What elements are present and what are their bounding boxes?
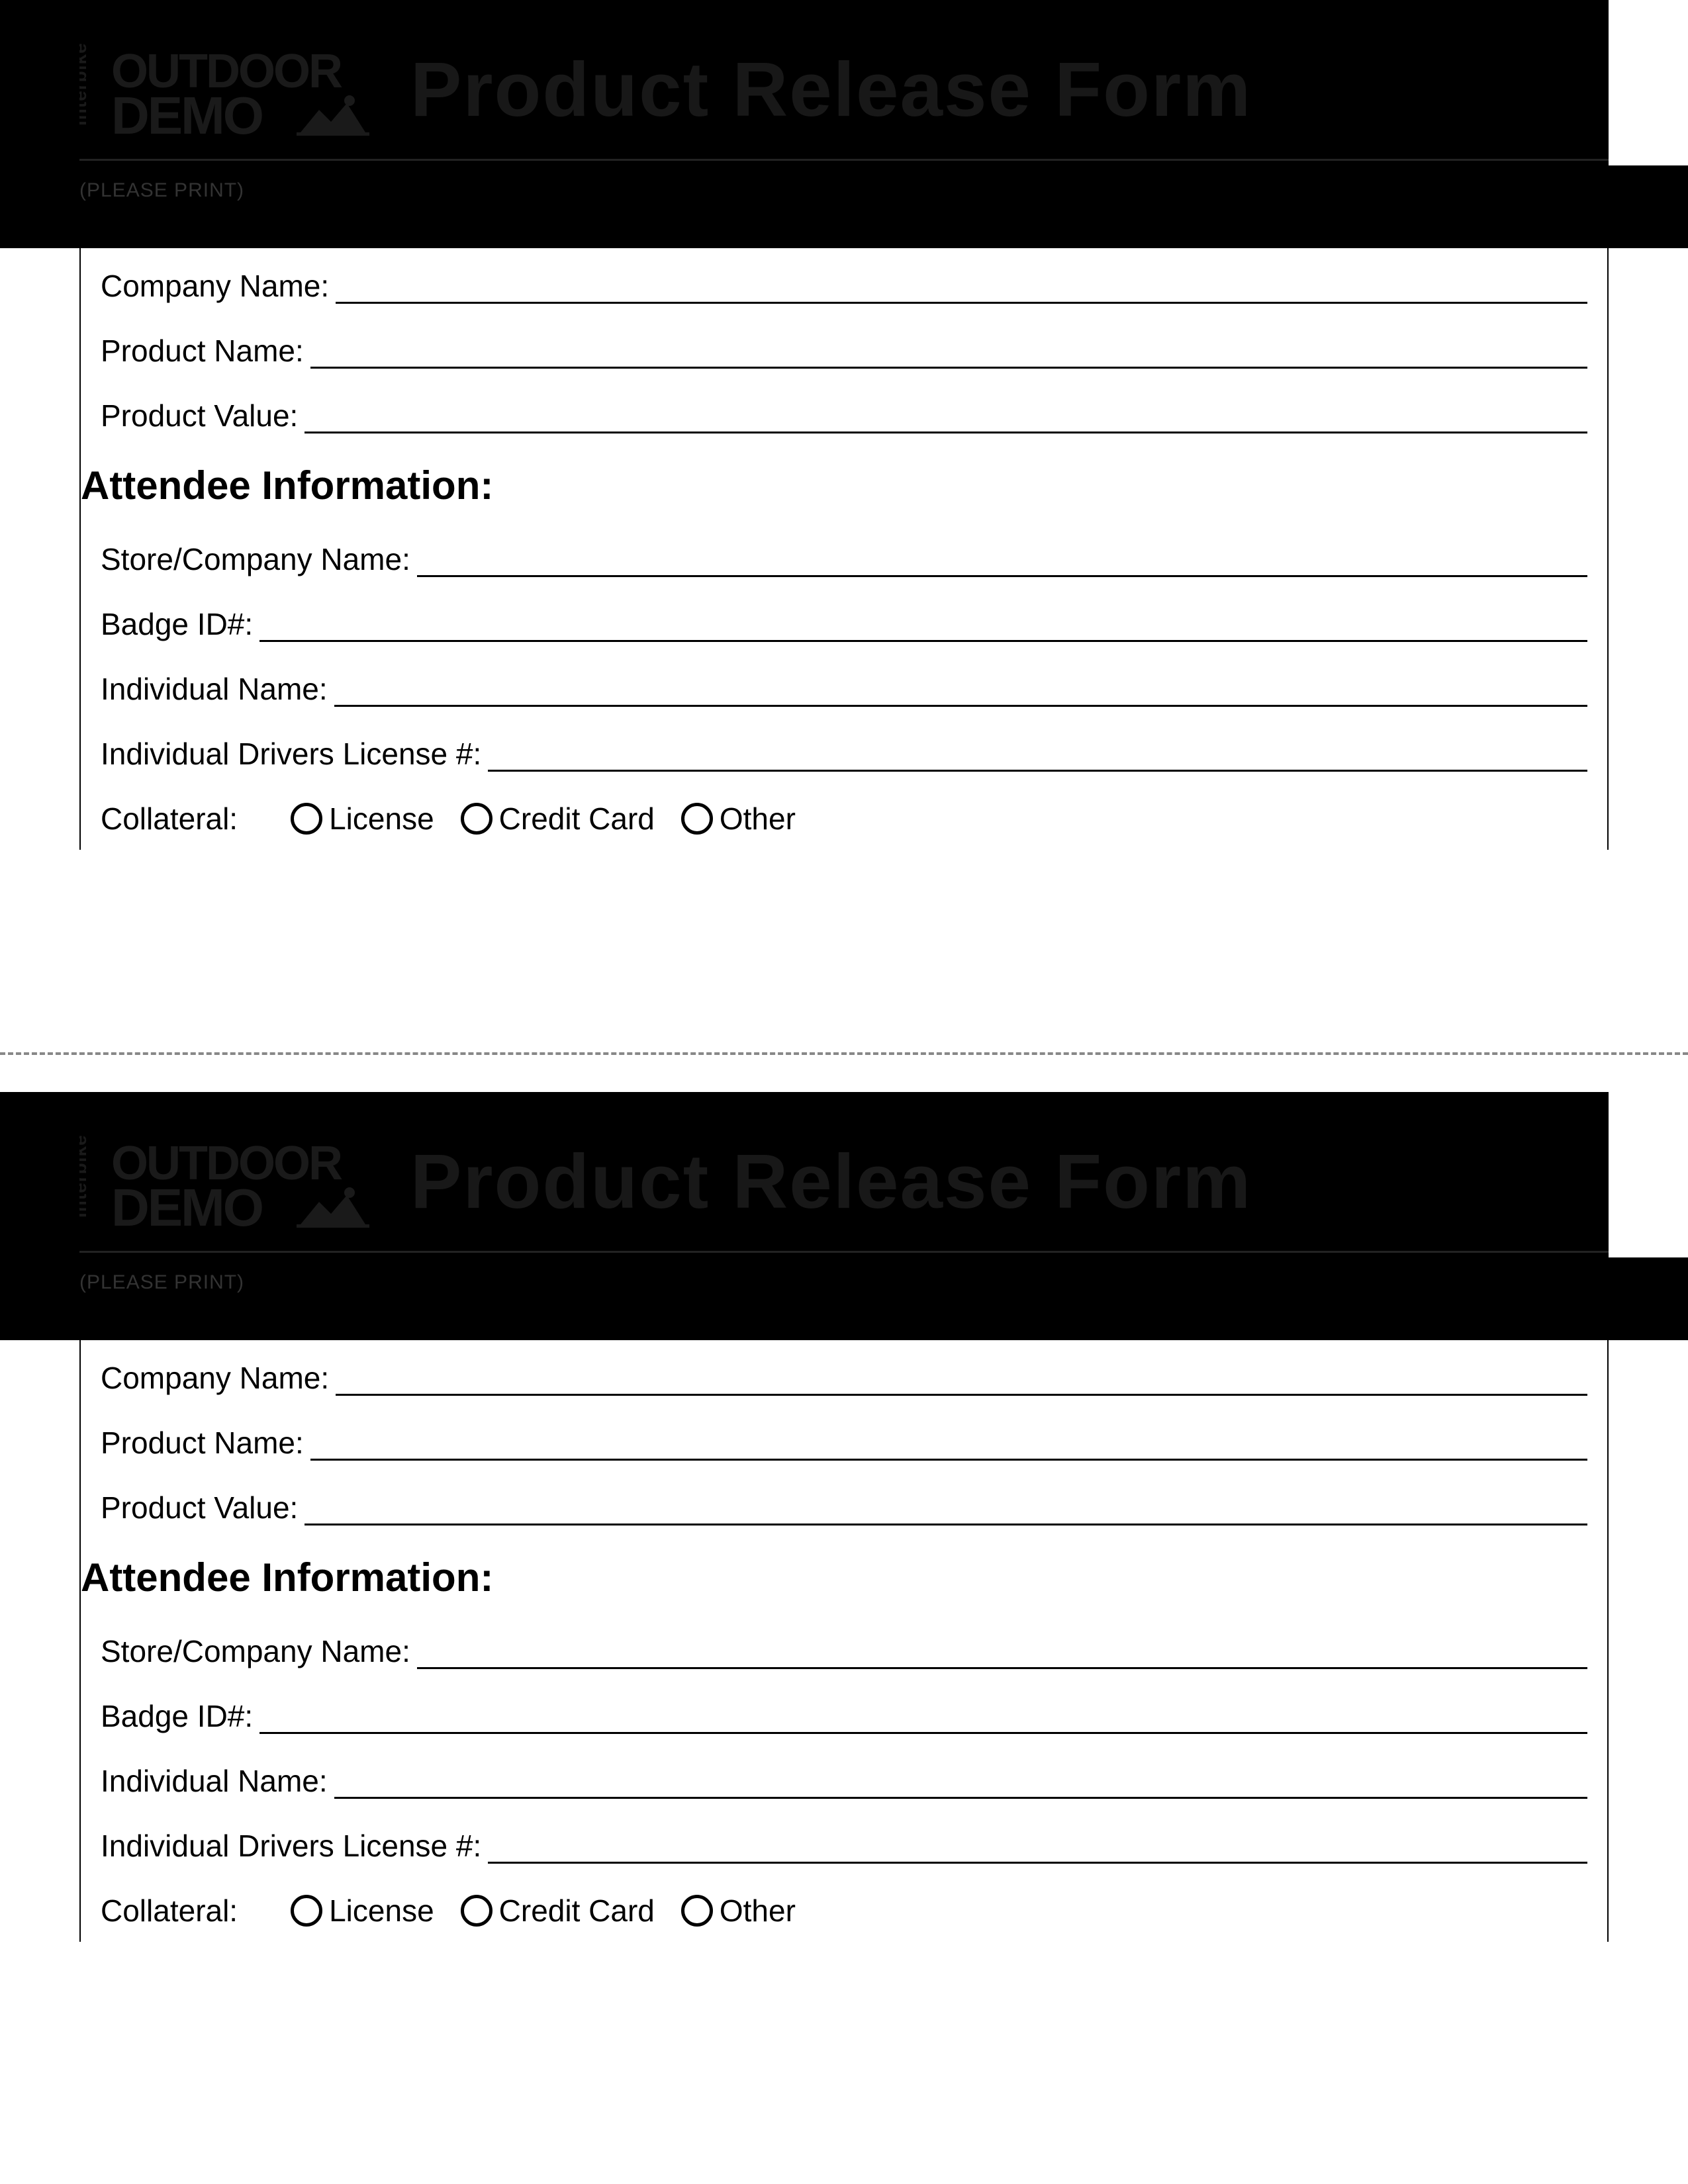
collateral-label: Collateral: [101,1893,238,1929]
form-title: Product Release Form [410,1137,1252,1226]
title-rule [79,159,1609,161]
individual-name-row: Individual Name: [101,1763,1587,1799]
option-label: Other [720,801,796,837]
store-company-input[interactable] [417,547,1587,577]
radio-icon [681,1895,713,1927]
radio-icon [461,1895,492,1927]
badge-id-label: Badge ID#: [101,606,259,642]
corner-notch [1609,0,1688,165]
company-name-label: Company Name: [101,268,336,304]
attendee-heading: Attendee Information: [81,1555,1587,1600]
radio-icon [681,803,713,835]
logo-title-row: Interbike OUTDOOR DEMO Product Release F… [79,26,1609,159]
collateral-option-other[interactable]: Other [681,801,796,837]
option-label: Credit Card [499,1893,655,1929]
product-value-label: Product Value: [101,1490,305,1525]
drivers-license-input[interactable] [488,741,1587,772]
please-print-note: (PLEASE PRINT) [79,179,1609,228]
collateral-label: Collateral: [101,801,238,837]
header-bar: Interbike OUTDOOR DEMO Product Release F… [0,0,1688,248]
store-company-label: Store/Company Name: [101,541,417,577]
badge-id-row: Badge ID#: [101,606,1587,642]
form-copy-top: Interbike OUTDOOR DEMO Product Release F… [0,0,1688,1052]
company-name-input[interactable] [336,1365,1587,1396]
company-name-input[interactable] [336,273,1587,304]
badge-id-input[interactable] [259,1704,1587,1734]
collateral-option-other[interactable]: Other [681,1893,796,1929]
radio-icon [461,803,492,835]
header-bar: Interbike OUTDOOR DEMO Product Release F… [0,1092,1688,1340]
radio-icon [291,1895,322,1927]
individual-name-row: Individual Name: [101,671,1587,707]
outdoor-demo-logo: Interbike OUTDOOR DEMO [79,1132,371,1231]
product-value-input[interactable] [305,1495,1587,1525]
outdoor-demo-logo: Interbike OUTDOOR DEMO [79,40,371,139]
company-name-row: Company Name: [101,1360,1587,1396]
product-name-row: Product Name: [101,1425,1587,1461]
mountain-icon [297,1187,369,1228]
attendee-heading: Attendee Information: [81,463,1587,508]
form-body: Company Name: Product Name: Product Valu… [79,1340,1609,1942]
option-label: Other [720,1893,796,1929]
svg-text:DEMO: DEMO [111,86,262,139]
badge-id-input[interactable] [259,612,1587,642]
svg-text:DEMO: DEMO [111,1178,262,1231]
title-rule [79,1251,1609,1253]
option-label: Credit Card [499,801,655,837]
product-value-label: Product Value: [101,398,305,433]
store-company-row: Store/Company Name: [101,1633,1587,1669]
drivers-license-row: Individual Drivers License #: [101,1828,1587,1864]
company-name-row: Company Name: [101,268,1587,304]
individual-name-input[interactable] [334,676,1587,707]
product-name-label: Product Name: [101,333,310,369]
option-label: License [329,801,434,837]
individual-name-input[interactable] [334,1768,1587,1799]
collateral-row: Collateral: License Credit Card Other [101,1893,1587,1929]
drivers-license-row: Individual Drivers License #: [101,736,1587,772]
individual-name-label: Individual Name: [101,1763,334,1799]
store-company-input[interactable] [417,1639,1587,1669]
product-value-row: Product Value: [101,1490,1587,1525]
option-label: License [329,1893,434,1929]
logo-vertical-text: Interbike [79,42,90,126]
radio-icon [291,803,322,835]
form-title: Product Release Form [410,45,1252,134]
product-name-label: Product Name: [101,1425,310,1461]
please-print-note: (PLEASE PRINT) [79,1271,1609,1320]
mountain-icon [297,95,369,136]
individual-name-label: Individual Name: [101,671,334,707]
drivers-license-label: Individual Drivers License #: [101,736,488,772]
product-name-input[interactable] [310,1430,1587,1461]
drivers-license-label: Individual Drivers License #: [101,1828,488,1864]
store-company-label: Store/Company Name: [101,1633,417,1669]
form-copy-bottom: Interbike OUTDOOR DEMO Product Release F… [0,1092,1688,2144]
drivers-license-input[interactable] [488,1833,1587,1864]
store-company-row: Store/Company Name: [101,541,1587,577]
badge-id-label: Badge ID#: [101,1698,259,1734]
collateral-option-license[interactable]: License [291,801,434,837]
company-name-label: Company Name: [101,1360,336,1396]
badge-id-row: Badge ID#: [101,1698,1587,1734]
product-value-input[interactable] [305,403,1587,433]
collateral-option-credit-card[interactable]: Credit Card [461,1893,655,1929]
collateral-row: Collateral: License Credit Card Other [101,801,1587,837]
logo-vertical-text: Interbike [79,1134,90,1218]
product-name-row: Product Name: [101,333,1587,369]
collateral-option-credit-card[interactable]: Credit Card [461,801,655,837]
collateral-option-license[interactable]: License [291,1893,434,1929]
tear-line [0,1052,1688,1055]
logo-title-row: Interbike OUTDOOR DEMO Product Release F… [79,1118,1609,1251]
corner-notch [1609,1092,1688,1257]
product-name-input[interactable] [310,338,1587,369]
product-value-row: Product Value: [101,398,1587,433]
form-body: Company Name: Product Name: Product Valu… [79,248,1609,850]
page: Interbike OUTDOOR DEMO Product Release F… [0,0,1688,2184]
